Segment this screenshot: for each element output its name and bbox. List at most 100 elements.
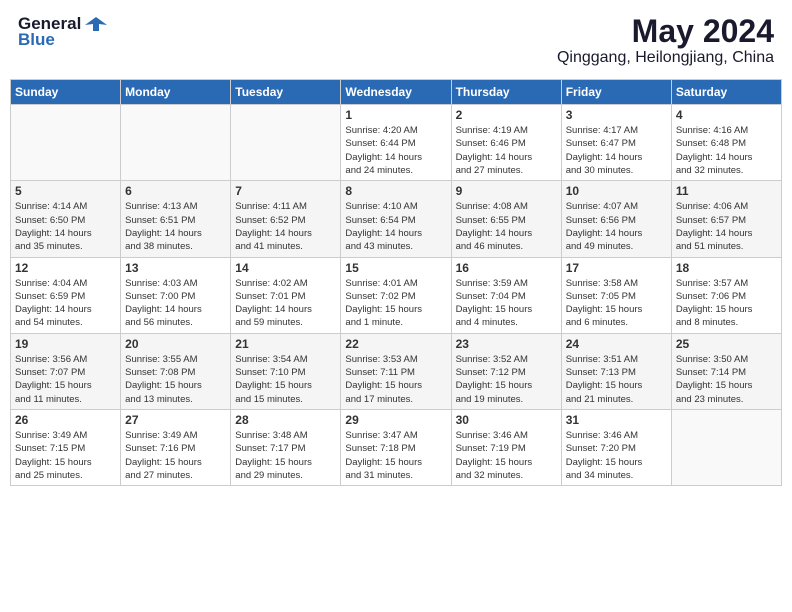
day-number: 11 (676, 184, 777, 198)
day-number: 1 (345, 108, 446, 122)
calendar-cell: 28 Sunrise: 3:48 AM Sunset: 7:17 PM Dayli… (231, 409, 341, 485)
calendar-cell: 23 Sunrise: 3:52 AM Sunset: 7:12 PM Dayli… (451, 333, 561, 409)
day-number: 17 (566, 261, 667, 275)
day-number: 27 (125, 413, 226, 427)
calendar-cell: 14 Sunrise: 4:02 AM Sunset: 7:01 PM Dayli… (231, 257, 341, 333)
calendar-cell (231, 105, 341, 181)
location-title: Qinggang, Heilongjiang, China (557, 49, 774, 67)
day-number: 14 (235, 261, 336, 275)
calendar-table: SundayMondayTuesdayWednesdayThursdayFrid… (10, 79, 782, 486)
day-info: Sunrise: 4:07 AM Sunset: 6:56 PM Dayligh… (566, 200, 667, 253)
day-number: 13 (125, 261, 226, 275)
calendar-cell: 20 Sunrise: 3:55 AM Sunset: 7:08 PM Dayli… (121, 333, 231, 409)
header-wednesday: Wednesday (341, 80, 451, 105)
day-info: Sunrise: 3:48 AM Sunset: 7:17 PM Dayligh… (235, 429, 336, 482)
calendar-cell: 27 Sunrise: 3:49 AM Sunset: 7:16 PM Dayli… (121, 409, 231, 485)
calendar-cell: 4Sunrise: 4:16 AM Sunset: 6:48 PM Daylig… (671, 105, 781, 181)
day-info: Sunrise: 4:03 AM Sunset: 7:00 PM Dayligh… (125, 277, 226, 330)
calendar-cell: 3 Sunrise: 4:17 AM Sunset: 6:47 PM Daylig… (561, 105, 671, 181)
day-number: 2 (456, 108, 557, 122)
day-info: Sunrise: 3:46 AM Sunset: 7:19 PM Dayligh… (456, 429, 557, 482)
day-number: 3 (566, 108, 667, 122)
header-friday: Friday (561, 80, 671, 105)
calendar-cell: 24 Sunrise: 3:51 AM Sunset: 7:13 PM Dayli… (561, 333, 671, 409)
day-number: 24 (566, 337, 667, 351)
calendar-cell: 5Sunrise: 4:14 AM Sunset: 6:50 PM Daylig… (11, 181, 121, 257)
day-number: 25 (676, 337, 777, 351)
day-info: Sunrise: 4:13 AM Sunset: 6:51 PM Dayligh… (125, 200, 226, 253)
day-number: 29 (345, 413, 446, 427)
day-info: Sunrise: 4:06 AM Sunset: 6:57 PM Dayligh… (676, 200, 777, 253)
day-number: 22 (345, 337, 446, 351)
header-sunday: Sunday (11, 80, 121, 105)
calendar-cell: 19Sunrise: 3:56 AM Sunset: 7:07 PM Dayli… (11, 333, 121, 409)
calendar-week-4: 19Sunrise: 3:56 AM Sunset: 7:07 PM Dayli… (11, 333, 782, 409)
day-number: 20 (125, 337, 226, 351)
calendar-cell: 7Sunrise: 4:11 AM Sunset: 6:52 PM Daylig… (231, 181, 341, 257)
day-number: 5 (15, 184, 116, 198)
day-info: Sunrise: 4:20 AM Sunset: 6:44 PM Dayligh… (345, 124, 446, 177)
calendar-cell (671, 409, 781, 485)
calendar-cell: 12 Sunrise: 4:04 AM Sunset: 6:59 PM Dayli… (11, 257, 121, 333)
header-saturday: Saturday (671, 80, 781, 105)
logo[interactable]: General Blue (18, 14, 107, 50)
day-info: Sunrise: 3:49 AM Sunset: 7:16 PM Dayligh… (125, 429, 226, 482)
title-section: May 2024 Qinggang, Heilongjiang, China (557, 14, 774, 67)
calendar-week-1: 1 Sunrise: 4:20 AM Sunset: 6:44 PM Daylig… (11, 105, 782, 181)
calendar-cell: 21Sunrise: 3:54 AM Sunset: 7:10 PM Dayli… (231, 333, 341, 409)
day-number: 9 (456, 184, 557, 198)
calendar-cell: 2 Sunrise: 4:19 AM Sunset: 6:46 PM Daylig… (451, 105, 561, 181)
day-number: 28 (235, 413, 336, 427)
calendar-week-2: 5Sunrise: 4:14 AM Sunset: 6:50 PM Daylig… (11, 181, 782, 257)
day-number: 31 (566, 413, 667, 427)
calendar-cell: 26 Sunrise: 3:49 AM Sunset: 7:15 PM Dayli… (11, 409, 121, 485)
day-number: 15 (345, 261, 446, 275)
calendar-cell: 8 Sunrise: 4:10 AM Sunset: 6:54 PM Daylig… (341, 181, 451, 257)
day-number: 30 (456, 413, 557, 427)
day-info: Sunrise: 4:08 AM Sunset: 6:55 PM Dayligh… (456, 200, 557, 253)
day-info: Sunrise: 3:47 AM Sunset: 7:18 PM Dayligh… (345, 429, 446, 482)
day-info: Sunrise: 4:17 AM Sunset: 6:47 PM Dayligh… (566, 124, 667, 177)
day-info: Sunrise: 3:52 AM Sunset: 7:12 PM Dayligh… (456, 353, 557, 406)
calendar-cell: 29 Sunrise: 3:47 AM Sunset: 7:18 PM Dayli… (341, 409, 451, 485)
logo-blue: Blue (18, 30, 55, 50)
day-number: 16 (456, 261, 557, 275)
calendar-cell: 1 Sunrise: 4:20 AM Sunset: 6:44 PM Daylig… (341, 105, 451, 181)
calendar-cell: 30 Sunrise: 3:46 AM Sunset: 7:19 PM Dayli… (451, 409, 561, 485)
day-info: Sunrise: 3:49 AM Sunset: 7:15 PM Dayligh… (15, 429, 116, 482)
day-info: Sunrise: 3:56 AM Sunset: 7:07 PM Dayligh… (15, 353, 116, 406)
month-title: May 2024 (557, 14, 774, 49)
calendar-cell: 6 Sunrise: 4:13 AM Sunset: 6:51 PM Daylig… (121, 181, 231, 257)
calendar-cell: 18 Sunrise: 3:57 AM Sunset: 7:06 PM Dayli… (671, 257, 781, 333)
calendar-cell: 16 Sunrise: 3:59 AM Sunset: 7:04 PM Dayli… (451, 257, 561, 333)
day-number: 12 (15, 261, 116, 275)
day-info: Sunrise: 4:04 AM Sunset: 6:59 PM Dayligh… (15, 277, 116, 330)
calendar-cell: 11 Sunrise: 4:06 AM Sunset: 6:57 PM Dayli… (671, 181, 781, 257)
day-info: Sunrise: 4:01 AM Sunset: 7:02 PM Dayligh… (345, 277, 446, 330)
header-monday: Monday (121, 80, 231, 105)
day-info: Sunrise: 4:10 AM Sunset: 6:54 PM Dayligh… (345, 200, 446, 253)
calendar-cell (11, 105, 121, 181)
calendar-cell: 17Sunrise: 3:58 AM Sunset: 7:05 PM Dayli… (561, 257, 671, 333)
day-number: 18 (676, 261, 777, 275)
day-info: Sunrise: 3:59 AM Sunset: 7:04 PM Dayligh… (456, 277, 557, 330)
day-info: Sunrise: 3:51 AM Sunset: 7:13 PM Dayligh… (566, 353, 667, 406)
calendar-header-row: SundayMondayTuesdayWednesdayThursdayFrid… (11, 80, 782, 105)
day-number: 6 (125, 184, 226, 198)
header-thursday: Thursday (451, 80, 561, 105)
day-info: Sunrise: 3:53 AM Sunset: 7:11 PM Dayligh… (345, 353, 446, 406)
day-info: Sunrise: 4:19 AM Sunset: 6:46 PM Dayligh… (456, 124, 557, 177)
day-info: Sunrise: 3:57 AM Sunset: 7:06 PM Dayligh… (676, 277, 777, 330)
day-info: Sunrise: 3:54 AM Sunset: 7:10 PM Dayligh… (235, 353, 336, 406)
day-number: 23 (456, 337, 557, 351)
day-number: 7 (235, 184, 336, 198)
calendar-cell: 31Sunrise: 3:46 AM Sunset: 7:20 PM Dayli… (561, 409, 671, 485)
calendar-cell: 22 Sunrise: 3:53 AM Sunset: 7:11 PM Dayli… (341, 333, 451, 409)
day-info: Sunrise: 4:02 AM Sunset: 7:01 PM Dayligh… (235, 277, 336, 330)
page-header: General Blue May 2024 Qinggang, Heilongj… (10, 10, 782, 71)
day-number: 8 (345, 184, 446, 198)
calendar-cell: 9 Sunrise: 4:08 AM Sunset: 6:55 PM Daylig… (451, 181, 561, 257)
calendar-cell: 10Sunrise: 4:07 AM Sunset: 6:56 PM Dayli… (561, 181, 671, 257)
day-info: Sunrise: 3:55 AM Sunset: 7:08 PM Dayligh… (125, 353, 226, 406)
day-number: 26 (15, 413, 116, 427)
